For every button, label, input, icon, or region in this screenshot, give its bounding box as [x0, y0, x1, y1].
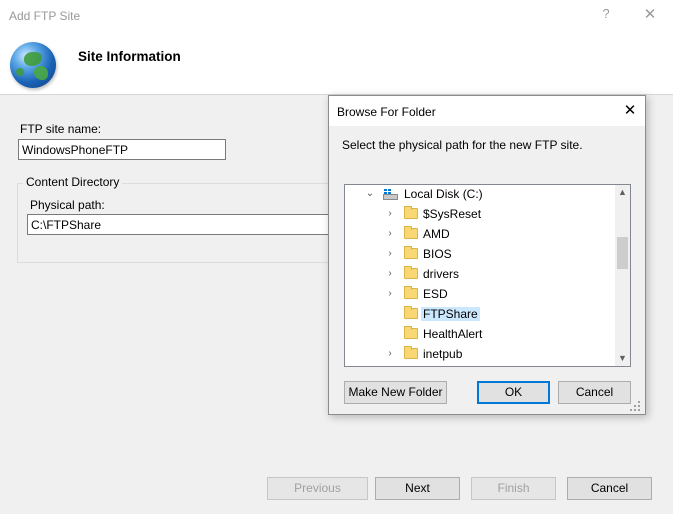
scroll-up-icon[interactable]: ▲: [615, 185, 630, 200]
drive-icon: [383, 189, 398, 200]
tree-item-label: ESD: [423, 287, 448, 301]
site-name-input[interactable]: WindowsPhoneFTP: [18, 139, 226, 160]
next-button[interactable]: Next: [375, 477, 460, 500]
folder-icon: [404, 206, 418, 219]
finish-button[interactable]: Finish: [471, 477, 556, 500]
tree-item-label: HealthAlert: [423, 327, 483, 341]
chevron-down-icon[interactable]: ⌄: [365, 188, 375, 200]
title-bar: Add FTP Site ? ✕: [0, 0, 673, 32]
physical-path-label: Physical path:: [30, 198, 105, 212]
folder-icon: [404, 226, 418, 239]
folder-tree[interactable]: ⌄ Local Disk (C:) › $SysReset › AMD › BI…: [344, 184, 631, 367]
tree-item[interactable]: HealthAlert: [345, 325, 615, 345]
dialog-description: Select the physical path for the new FTP…: [342, 138, 583, 152]
tree-item-label: drivers: [423, 267, 460, 281]
folder-icon: [404, 326, 418, 339]
chevron-right-icon[interactable]: ›: [385, 268, 395, 280]
dialog-title-bar: Browse For Folder ✕: [329, 96, 645, 126]
tree-item-label: inetpub: [423, 347, 463, 361]
folder-icon: [404, 286, 418, 299]
wizard-header: Site Information: [0, 32, 673, 95]
tree-item[interactable]: › AMD: [345, 225, 615, 245]
window-title: Add FTP Site: [9, 9, 81, 23]
tree-item-label: FTPShare: [421, 307, 480, 321]
make-new-folder-button[interactable]: Make New Folder: [344, 381, 447, 404]
tree-item[interactable]: › drivers: [345, 265, 615, 285]
scroll-down-icon[interactable]: ▼: [615, 351, 630, 366]
tree-item[interactable]: › $SysReset: [345, 205, 615, 225]
chevron-right-icon[interactable]: ›: [385, 348, 395, 360]
tree-item-label: BIOS: [423, 247, 452, 261]
folder-icon: [404, 266, 418, 279]
help-button[interactable]: ?: [598, 6, 614, 26]
folder-icon: [404, 246, 418, 259]
tree-item[interactable]: › ESD: [345, 285, 615, 305]
tree-item-label: Local Disk (C:): [404, 187, 483, 201]
tree-item[interactable]: › inetpub: [345, 345, 615, 365]
browse-for-folder-dialog: Browse For Folder ✕ Select the physical …: [328, 95, 646, 415]
globe-icon: [10, 42, 56, 88]
tree-item-selected[interactable]: FTPShare: [345, 305, 615, 325]
tree-item[interactable]: › BIOS: [345, 245, 615, 265]
chevron-right-icon[interactable]: ›: [385, 288, 395, 300]
tree-item-label: AMD: [423, 227, 450, 241]
chevron-right-icon[interactable]: ›: [385, 228, 395, 240]
resize-grip-icon[interactable]: [629, 400, 641, 412]
content-directory-label: Content Directory: [23, 175, 123, 189]
close-button[interactable]: ✕: [640, 5, 660, 25]
dialog-title: Browse For Folder: [337, 105, 436, 119]
folder-icon: [404, 306, 418, 319]
cancel-button[interactable]: Cancel: [567, 477, 652, 500]
chevron-right-icon[interactable]: ›: [385, 208, 395, 220]
ok-button[interactable]: OK: [477, 381, 550, 404]
dialog-close-button[interactable]: ✕: [619, 100, 641, 122]
dialog-cancel-button[interactable]: Cancel: [558, 381, 631, 404]
previous-button[interactable]: Previous: [267, 477, 368, 500]
site-name-label: FTP site name:: [20, 122, 102, 136]
chevron-right-icon[interactable]: ›: [385, 248, 395, 260]
tree-item-label: $SysReset: [423, 207, 482, 221]
scroll-thumb[interactable]: [617, 237, 628, 269]
page-title: Site Information: [78, 49, 181, 64]
tree-item-local-disk[interactable]: ⌄ Local Disk (C:): [345, 185, 615, 205]
physical-path-input[interactable]: C:\FTPShare: [27, 214, 329, 235]
tree-scrollbar[interactable]: ▲ ▼: [615, 185, 630, 366]
folder-icon: [404, 346, 418, 359]
